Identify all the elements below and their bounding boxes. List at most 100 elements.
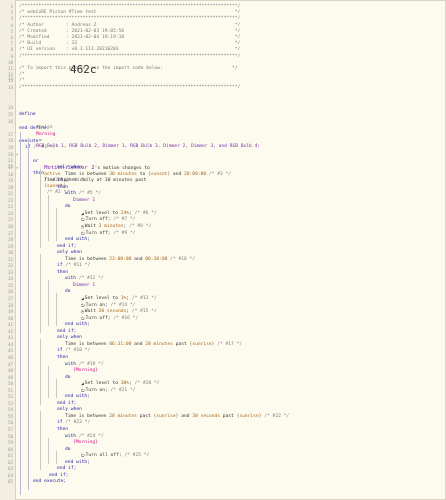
code-line[interactable]: 61 ⏻Turn all off; /* #25 */ bbox=[0, 453, 446, 459]
code-line[interactable]: 30 only when bbox=[0, 250, 446, 256]
keyword: only when bbox=[57, 250, 82, 256]
block-guide bbox=[48, 195, 49, 242]
device-name[interactable]: Dimmer 1 bbox=[73, 198, 95, 203]
line-number: 35 bbox=[7, 282, 13, 288]
operand-value[interactable]: {sunset} bbox=[148, 172, 170, 177]
operand-value[interactable]: 30 seconds bbox=[192, 414, 220, 419]
code-line[interactable]: 60 do bbox=[0, 447, 446, 453]
statement-id-comment: /* #16 */ bbox=[110, 315, 139, 321]
line-number: 27 bbox=[7, 230, 13, 236]
operand-value[interactable]: 20 minutes bbox=[145, 342, 173, 347]
code-line[interactable]: 49 do bbox=[0, 375, 446, 381]
line-number: 65 bbox=[7, 479, 13, 485]
trigger-line[interactable]: 19 ⚡ Motion Sensor 2's motion changes to… bbox=[0, 139, 446, 183]
operand-value[interactable]: 30 minutes bbox=[109, 172, 137, 177]
line-number: 64 bbox=[7, 472, 13, 478]
keyword: end if; bbox=[49, 472, 69, 478]
operand-value[interactable]: 06:30:00 bbox=[145, 257, 167, 262]
code-line[interactable]: 41 end with; bbox=[0, 322, 446, 328]
statement-id-comment: /* #4 */ bbox=[62, 178, 88, 184]
code-line[interactable]: 28 end with; bbox=[0, 237, 446, 243]
code-line[interactable]: 36 do bbox=[0, 289, 446, 295]
block-guide bbox=[48, 365, 49, 399]
code-text: ◷Wait 3 minutes; /* #8 */ bbox=[81, 224, 151, 230]
operand-value[interactable]: 24% bbox=[121, 211, 129, 216]
code-line[interactable]: 27 ⏻Turn off; /* #9 */ bbox=[0, 231, 446, 237]
code-line[interactable]: 17 only when bbox=[0, 165, 446, 171]
keyword: end if; bbox=[57, 243, 77, 249]
operand-value[interactable]: {sunrise} bbox=[237, 414, 262, 419]
block-guide bbox=[56, 208, 57, 242]
code-line[interactable]: 39 ◷Wait 20 seconds; /* #15 */ bbox=[0, 309, 446, 315]
operand-value[interactable]: 28 minutes bbox=[109, 414, 137, 419]
code-line[interactable]: 52 end with; bbox=[0, 394, 446, 400]
operand-value[interactable]: 20:00:00 bbox=[184, 172, 206, 177]
block-guide bbox=[40, 254, 41, 333]
variable-reference[interactable]: {Morning} bbox=[73, 368, 98, 373]
variable-reference[interactable]: {Morning} bbox=[73, 440, 98, 445]
keyword: do bbox=[65, 374, 71, 380]
power-icon: ⏻ bbox=[81, 388, 85, 394]
code-line[interactable]: 26 ◷Wait 3 minutes; /* #8 */ bbox=[0, 224, 446, 230]
operand-value[interactable]: 30% bbox=[121, 381, 129, 386]
code-line[interactable]: 59 {Morning} bbox=[0, 440, 446, 446]
code-line[interactable]: 18 Time is between 30 minutes to {sunset}… bbox=[0, 172, 446, 178]
code-text: with /* #19 */ bbox=[65, 362, 104, 368]
code-line[interactable]: 54 only when bbox=[0, 407, 446, 413]
code-line[interactable]: 19 if /* #4 */ bbox=[0, 178, 446, 184]
code-line[interactable]: 34 with /* #12 */ bbox=[0, 276, 446, 282]
code-line[interactable]: 37 ◢Set level to 1%; /* #13 */ bbox=[0, 296, 446, 302]
code-line[interactable]: 38 ⏻Turn on; /* #14 */ bbox=[0, 303, 446, 309]
keyword: end with; bbox=[65, 459, 90, 465]
code-line[interactable]: 32 if /* #11 */ bbox=[0, 263, 446, 269]
keyword: then bbox=[57, 184, 69, 190]
code-line[interactable]: 56 if /* #23 */ bbox=[0, 420, 446, 426]
code-text: with /* #12 */ bbox=[65, 276, 104, 282]
operand-value[interactable]: 3 minutes bbox=[99, 224, 124, 229]
keyword: end if; bbox=[57, 466, 77, 472]
code-line[interactable]: 45 if /* #18 */ bbox=[0, 348, 446, 354]
code-line[interactable]: 47 with /* #19 */ bbox=[0, 362, 446, 368]
power-icon: ⏻ bbox=[81, 303, 85, 309]
code-line[interactable]: 24 ◢Set level to 24%; /* #6 */ bbox=[0, 211, 446, 217]
line-number: 49 bbox=[7, 374, 13, 380]
code-text: Dimmer 1 bbox=[73, 283, 95, 289]
code-line[interactable]: 57 then bbox=[0, 427, 446, 433]
keyword: end with; bbox=[65, 237, 90, 243]
device-name[interactable]: Dimmer 1 bbox=[73, 283, 95, 288]
statement-text: Time is between bbox=[65, 413, 110, 419]
line-number: 33 bbox=[7, 269, 13, 275]
code-line[interactable]: 63 end if; bbox=[0, 466, 446, 472]
line-number: 44 bbox=[7, 341, 13, 347]
code-line[interactable]: 65 end execute; bbox=[0, 479, 446, 485]
code-line[interactable]: 43 only when bbox=[0, 335, 446, 341]
code-line[interactable]: 46 then bbox=[0, 355, 446, 361]
operand-value[interactable]: 06:31:00 bbox=[109, 342, 131, 347]
code-line[interactable]: 64 end if; bbox=[0, 473, 446, 479]
code-line[interactable]: 23 do bbox=[0, 204, 446, 210]
code-line[interactable]: 21 with /* #5 */ bbox=[0, 191, 446, 197]
code-line[interactable]: 48 {Morning} bbox=[0, 368, 446, 374]
operand-value[interactable]: {sunrise} bbox=[154, 414, 179, 419]
import-code[interactable]: 462c bbox=[70, 64, 97, 76]
statement-text: Time is between bbox=[65, 341, 110, 347]
keyword: then bbox=[57, 354, 69, 360]
operand-value[interactable]: 23:00:00 bbox=[109, 257, 131, 262]
keyword: then bbox=[57, 269, 69, 275]
code-text: if /* #23 */ bbox=[57, 420, 90, 426]
code-text: only when bbox=[57, 165, 82, 171]
code-line[interactable]: 25 ⏻Turn off; /* #7 */ bbox=[0, 217, 446, 223]
line-number: 47 bbox=[7, 361, 13, 367]
code-text: with /* #24 */ bbox=[65, 434, 104, 440]
operand-value[interactable]: {sunrise} bbox=[190, 342, 215, 347]
operand-value[interactable]: 20 seconds bbox=[99, 309, 127, 314]
statement-id-comment: /* #13 */ bbox=[129, 296, 157, 301]
line-number: 63 bbox=[7, 466, 13, 472]
keyword: only when bbox=[57, 165, 82, 170]
code-line[interactable]: 50 ◢Set level to 30%; /* #20 */ bbox=[0, 381, 446, 387]
line-number: 41 bbox=[7, 322, 13, 328]
line-number: 23 bbox=[7, 204, 13, 210]
line-number: 37 bbox=[7, 296, 13, 301]
code-line[interactable]: 58 with /* #24 */ bbox=[0, 434, 446, 440]
code-text: end with; bbox=[65, 394, 90, 400]
